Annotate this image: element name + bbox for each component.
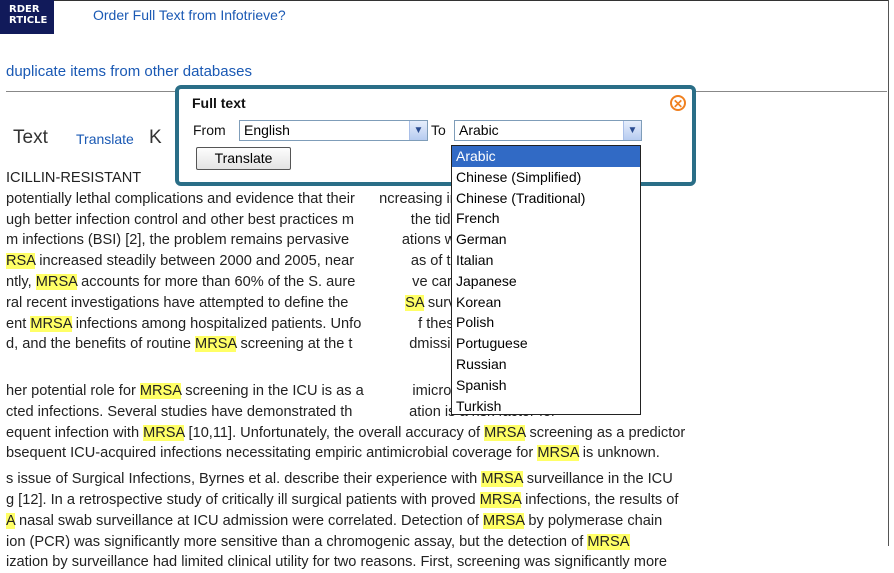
text-segment: ent [6,315,31,332]
text-segment: screening in the ICU is as a [181,383,364,399]
text-segment [355,191,379,207]
section-title: Text [13,127,48,148]
to-language-dropdown-list: Arabic Chinese (Simplified) Chinese (Tradi… [451,145,641,415]
text-segment [352,404,409,420]
text-segment: ization by surveillance had limited clin… [6,554,668,571]
text-segment [364,383,413,399]
translate-button[interactable]: Translate [196,147,291,170]
text-segment: potentially lethal complications and evi… [6,190,355,207]
text-segment [354,253,411,269]
logo-line-2: RTICLE [9,15,48,26]
text-segment: increased steadily between 2000 and 2005… [35,253,355,270]
article-line: g [12]. In a retrospective study of crit… [6,490,678,511]
text-segment: her potential role for [6,383,140,399]
highlighted-term: MRSA [479,492,522,508]
from-language-select[interactable]: English ▼ [239,120,428,141]
popup-title: Full text [192,95,246,111]
language-option[interactable]: Japanese [452,271,640,292]
text-segment: bsequent ICU-acquired infections necessi… [6,445,538,462]
chevron-down-icon[interactable]: ▼ [409,121,427,140]
text-segment: ion (PCR) was significantly more sensiti… [6,533,588,550]
language-option[interactable]: Italian [452,250,640,271]
text-segment: s issue of Surgical Infections, Byrnes e… [6,471,482,488]
text-segment: ICILLIN-RESISTANT [6,170,141,186]
text-segment: ntly, [6,274,36,290]
text-segment: infections, the results of [521,492,679,508]
language-option[interactable]: German [452,229,640,250]
highlighted-term: MRSA [481,471,523,488]
language-option[interactable]: French [452,208,640,229]
language-option[interactable]: Korean [452,292,640,313]
text-segment: surveillance in the ICU [522,471,673,488]
duplicate-items-link[interactable]: duplicate items from other databases [6,63,252,80]
frame-right-border [888,0,889,546]
highlighted-term: MRSA [482,512,525,529]
frame-top-border [0,0,888,1]
text-segment [361,316,418,332]
text-segment: accounts for more than 60% of the S. aur… [77,274,356,290]
section-title-tail: K [149,127,162,148]
highlighted-term: MRSA [143,424,185,441]
article-line: bsequent ICU-acquired infections necessi… [6,443,660,464]
text-segment: equent infection with [6,424,144,441]
highlighted-term: MRSA [587,533,630,550]
chevron-down-icon[interactable]: ▼ [623,121,641,140]
text-segment: nasal swab surveillance at ICU admission… [14,512,483,529]
text-segment: ugh better infection control and other b… [6,211,355,228]
text-segment: d, and the benefits of routine [6,336,196,353]
highlighted-term: MRSA [139,383,182,399]
text-segment: cted infections. Several studies have de… [6,403,353,420]
text-segment: m infections (BSI) [2], the problem rema… [6,232,350,249]
order-article-logo[interactable]: RDER RTICLE [0,0,54,34]
language-option[interactable]: Polish [452,312,640,333]
highlighted-term: MRSA [195,336,237,353]
language-option[interactable]: Portuguese [452,333,640,354]
article-line: ion (PCR) was significantly more sensiti… [6,532,630,553]
text-segment: g [12]. In a retrospective study of crit… [6,492,480,508]
text-segment: by polymerase chain [524,512,663,529]
text-segment: is unknown. [578,445,660,462]
to-language-select[interactable]: Arabic ▼ [454,120,642,141]
language-option[interactable]: Russian [452,354,640,375]
to-language-value: Arabic [459,122,499,138]
order-full-text-link[interactable]: Order Full Text from Infotrieve? [93,7,286,23]
text-segment [349,232,402,248]
text-segment: [10,11]. Unfortunately, the overall accu… [184,424,485,441]
logo-line-1: RDER [9,4,40,15]
article-line: A nasal swab surveillance at ICU admissi… [6,511,662,532]
article-line: ization by surveillance had limited clin… [6,552,667,573]
translate-link[interactable]: Translate [76,131,134,147]
highlighted-term: A [6,512,15,529]
language-option[interactable]: Arabic [452,146,640,167]
language-option[interactable]: Chinese (Simplified) [452,167,640,188]
text-segment [352,336,409,352]
close-icon[interactable]: ✕ [670,95,686,111]
text-segment: ral recent investigations have attempted… [6,294,349,311]
language-option[interactable]: Turkish [452,396,640,417]
text-segment [348,295,405,311]
article-line: s issue of Surgical Infections, Byrnes e… [6,469,673,490]
from-language-value: English [244,122,290,138]
text-segment [354,212,411,228]
highlighted-term: MRSA [537,445,579,462]
text-segment: screening as a predictor [525,424,686,441]
language-option[interactable]: Spanish [452,375,640,396]
from-label: From [193,122,226,138]
highlighted-term: MRSA [484,424,526,441]
highlighted-term: MRSA [35,274,78,290]
language-option[interactable]: Chinese (Traditional) [452,188,640,209]
article-line: equent infection with MRSA [10,11]. Unfo… [6,423,685,444]
highlighted-term: RSA [6,253,36,270]
text-segment [355,274,412,290]
to-label: To [431,122,446,138]
highlighted-term: SA [405,294,424,311]
text-segment: infections among hospitalized patients. … [71,315,362,332]
text-segment: screening at the t [236,336,353,353]
highlighted-term: MRSA [30,315,72,332]
